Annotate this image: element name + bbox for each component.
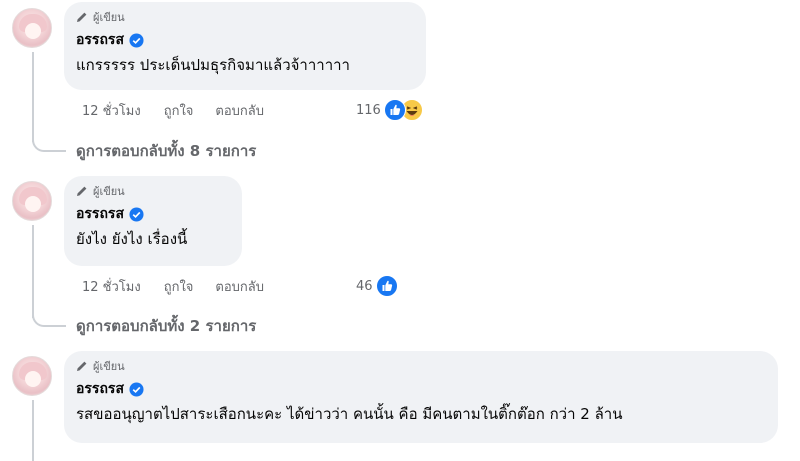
view-replies-link[interactable]: ดูการตอบกลับทั้ง 8 รายการ	[76, 140, 256, 162]
comment-text: ยังไง ยังไง เรื่องนี้	[76, 230, 188, 248]
avatar[interactable]	[12, 181, 52, 221]
comment-thread: ผู้เขียน อรรถรส แกรรรรร ประเด็นปมธุรกิจม…	[0, 0, 800, 461]
view-replies-link[interactable]: ดูการตอบกลับทั้ง 2 รายการ	[76, 315, 256, 337]
verified-badge-icon	[129, 32, 144, 48]
avatar[interactable]	[12, 356, 52, 396]
reaction-count: 46	[356, 278, 373, 294]
author-badge: ผู้เขียน	[76, 9, 414, 25]
thread-line	[32, 52, 34, 142]
thread-line	[32, 225, 34, 318]
comment-bubble: ผู้เขียน อรรถรส ยังไง ยังไง เรื่องนี้	[64, 176, 242, 266]
comment-actions: 12 ชั่วโมง ถูกใจ ตอบกลับ	[82, 275, 286, 297]
like-icon	[383, 99, 406, 121]
comment-text: แกรรรรร ประเด็นปมธุรกิจมาแล้วจ้าาาาาา	[76, 56, 350, 74]
like-button[interactable]: ถูกใจ	[164, 276, 194, 297]
comment-bubble: ผู้เขียน อรรถรส แกรรรรร ประเด็นปมธุรกิจม…	[64, 2, 426, 90]
verified-badge-icon	[129, 206, 144, 222]
avatar[interactable]	[12, 8, 52, 48]
comment-actions: 12 ชั่วโมง ถูกใจ ตอบกลับ	[82, 99, 286, 121]
comment-timestamp[interactable]: 12 ชั่วโมง	[82, 276, 141, 297]
author-badge-label: ผู้เขียน	[93, 360, 125, 373]
reaction-summary[interactable]: 46	[356, 275, 398, 297]
like-button[interactable]: ถูกใจ	[164, 100, 194, 121]
reaction-count: 116	[356, 102, 381, 118]
reaction-summary[interactable]: 116	[356, 99, 423, 121]
comment-text: รสขออนุญาตไปสาระเสือกนะคะ ได้ข่าวว่า คนน…	[76, 405, 623, 423]
author-name[interactable]: อรรถรส	[76, 378, 124, 400]
pencil-icon	[77, 361, 87, 371]
reply-connector	[32, 138, 66, 152]
author-badge-label: ผู้เขียน	[93, 11, 125, 24]
like-icon	[375, 275, 398, 297]
comment-bubble: ผู้เขียน อรรถรส รสขออนุญาตไปสาระเสือกนะค…	[64, 351, 778, 443]
author-badge: ผู้เขียน	[76, 183, 230, 199]
pencil-icon	[77, 12, 87, 22]
comment-timestamp[interactable]: 12 ชั่วโมง	[82, 100, 141, 121]
author-badge: ผู้เขียน	[76, 358, 766, 374]
author-name[interactable]: อรรถรส	[76, 29, 124, 51]
author-badge-label: ผู้เขียน	[93, 185, 125, 198]
reply-button[interactable]: ตอบกลับ	[215, 276, 264, 297]
verified-badge-icon	[129, 381, 144, 397]
author-name[interactable]: อรรถรส	[76, 203, 124, 225]
reply-connector	[32, 313, 66, 327]
pencil-icon	[77, 186, 87, 196]
thread-line	[32, 400, 34, 461]
reply-button[interactable]: ตอบกลับ	[215, 100, 264, 121]
